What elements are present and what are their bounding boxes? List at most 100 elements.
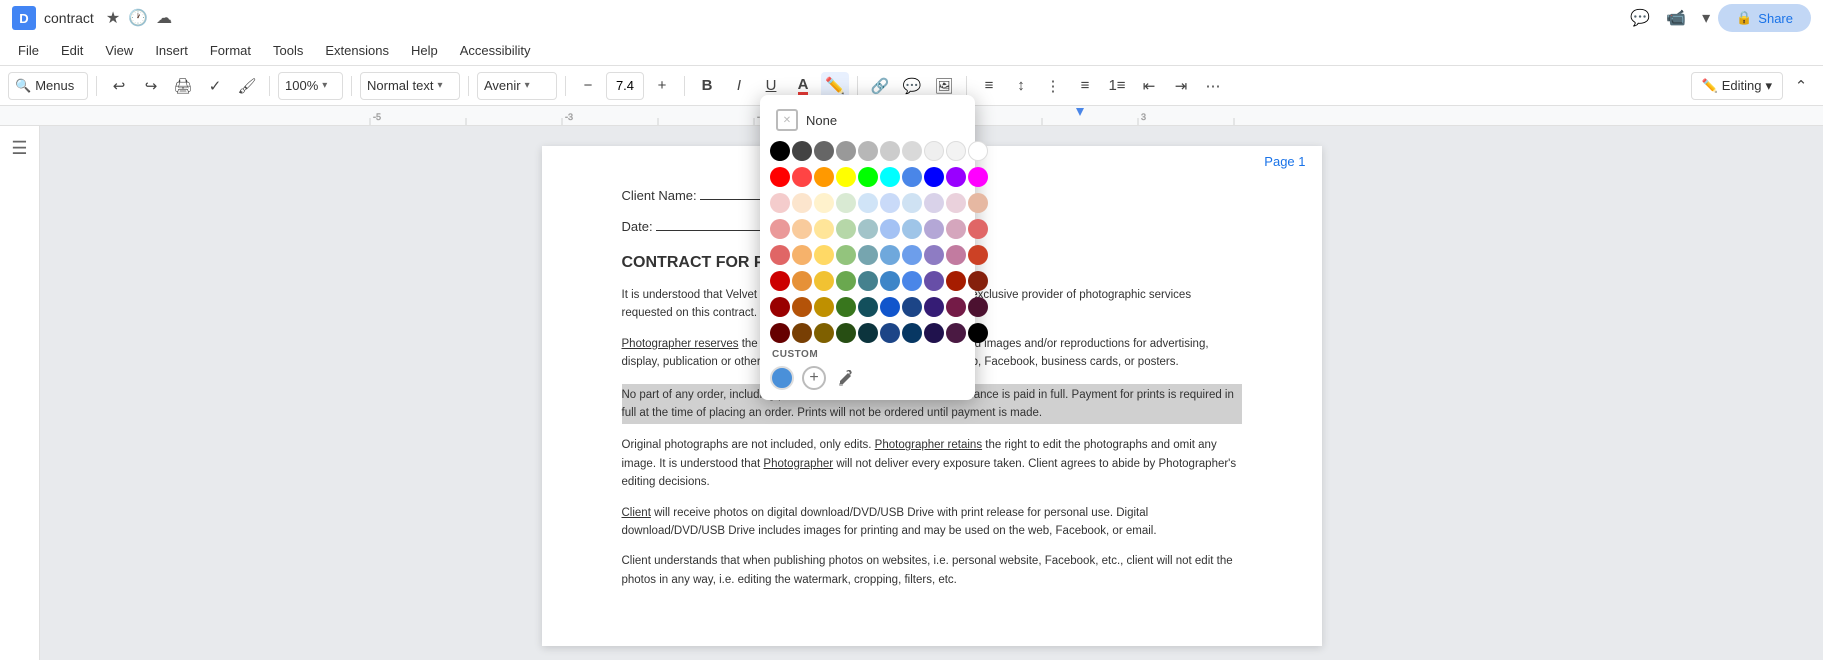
- list-options-button[interactable]: ⋮: [1039, 72, 1067, 100]
- menu-extensions[interactable]: Extensions: [315, 39, 399, 62]
- swatch-r8-4[interactable]: [836, 323, 856, 343]
- swatch-r4-4[interactable]: [836, 219, 856, 239]
- decrease-indent-button[interactable]: ⇤: [1135, 72, 1163, 100]
- custom-color-circle[interactable]: [770, 366, 794, 390]
- swatch-lightgray1[interactable]: [858, 141, 878, 161]
- swatch-green[interactable]: [858, 167, 878, 187]
- swatch-black[interactable]: [770, 141, 790, 161]
- swatch-r7-6[interactable]: [880, 297, 900, 317]
- swatch-r5-3[interactable]: [814, 245, 834, 265]
- swatch-lightred[interactable]: [792, 167, 812, 187]
- menu-view[interactable]: View: [95, 39, 143, 62]
- swatch-r8-7[interactable]: [902, 323, 922, 343]
- swatch-white[interactable]: [968, 141, 988, 161]
- menu-format[interactable]: Format: [200, 39, 261, 62]
- swatch-r5-6[interactable]: [880, 245, 900, 265]
- swatch-red[interactable]: [770, 167, 790, 187]
- swatch-r3-10[interactable]: [968, 193, 988, 213]
- menu-edit[interactable]: Edit: [51, 39, 93, 62]
- swatch-r8-6[interactable]: [880, 323, 900, 343]
- history-icon[interactable]: 🕐: [128, 8, 148, 28]
- align-button[interactable]: ≡: [975, 72, 1003, 100]
- swatch-r7-3[interactable]: [814, 297, 834, 317]
- line-spacing-button[interactable]: ↕: [1007, 72, 1035, 100]
- italic-button[interactable]: I: [725, 72, 753, 100]
- swatch-r4-9[interactable]: [946, 219, 966, 239]
- editing-dropdown[interactable]: ✏️ Editing ▾: [1691, 72, 1783, 100]
- swatch-r4-6[interactable]: [880, 219, 900, 239]
- paragraph-style-dropdown[interactable]: Normal text ▾: [360, 72, 460, 100]
- comment-system-icon[interactable]: 💬: [1630, 8, 1650, 28]
- swatch-r6-9[interactable]: [946, 271, 966, 291]
- swatch-r5-5[interactable]: [858, 245, 878, 265]
- swatch-orange[interactable]: [814, 167, 834, 187]
- swatch-r6-5[interactable]: [858, 271, 878, 291]
- swatch-r8-10[interactable]: [968, 323, 988, 343]
- star-icon[interactable]: ★: [106, 8, 120, 28]
- menus-search[interactable]: 🔍 Menus: [8, 72, 88, 100]
- font-size-increase-button[interactable]: +: [648, 72, 676, 100]
- swatch-r6-6[interactable]: [880, 271, 900, 291]
- swatch-r7-1[interactable]: [770, 297, 790, 317]
- swatch-r6-1[interactable]: [770, 271, 790, 291]
- swatch-magenta[interactable]: [968, 167, 988, 187]
- font-dropdown[interactable]: Avenir ▾: [477, 72, 557, 100]
- swatch-r7-5[interactable]: [858, 297, 878, 317]
- swatch-r7-2[interactable]: [792, 297, 812, 317]
- more-accounts-icon[interactable]: ▾: [1702, 8, 1710, 28]
- swatch-lightgray3[interactable]: [902, 141, 922, 161]
- swatch-r4-5[interactable]: [858, 219, 878, 239]
- print-button[interactable]: 🖨: [169, 72, 197, 100]
- more-options-button[interactable]: ⋯: [1199, 72, 1227, 100]
- swatch-r5-4[interactable]: [836, 245, 856, 265]
- swatch-purple[interactable]: [946, 167, 966, 187]
- swatch-r5-10[interactable]: [968, 245, 988, 265]
- swatch-r3-1[interactable]: [770, 193, 790, 213]
- swatch-r4-1[interactable]: [770, 219, 790, 239]
- menu-accessibility[interactable]: Accessibility: [450, 39, 541, 62]
- swatch-r8-9[interactable]: [946, 323, 966, 343]
- swatch-r3-2[interactable]: [792, 193, 812, 213]
- swatch-darkgray2[interactable]: [814, 141, 834, 161]
- video-icon[interactable]: 📹: [1666, 8, 1686, 28]
- paint-format-button[interactable]: 🖌: [233, 72, 261, 100]
- swatch-r7-8[interactable]: [924, 297, 944, 317]
- swatch-r3-7[interactable]: [902, 193, 922, 213]
- bullet-list-button[interactable]: ≡: [1071, 72, 1099, 100]
- menu-tools[interactable]: Tools: [263, 39, 313, 62]
- swatch-r8-1[interactable]: [770, 323, 790, 343]
- bold-button[interactable]: B: [693, 72, 721, 100]
- swatch-verylightgray[interactable]: [924, 141, 944, 161]
- swatch-r7-10[interactable]: [968, 297, 988, 317]
- swatch-cornblue[interactable]: [902, 167, 922, 187]
- increase-indent-button[interactable]: ⇥: [1167, 72, 1195, 100]
- swatch-r4-8[interactable]: [924, 219, 944, 239]
- undo-button[interactable]: ↩: [105, 72, 133, 100]
- swatch-cyan[interactable]: [880, 167, 900, 187]
- swatch-nearlyw[interactable]: [946, 141, 966, 161]
- menu-help[interactable]: Help: [401, 39, 448, 62]
- collapse-toolbar-button[interactable]: ⌃: [1787, 72, 1815, 100]
- swatch-r8-5[interactable]: [858, 323, 878, 343]
- swatch-blue[interactable]: [924, 167, 944, 187]
- swatch-r6-2[interactable]: [792, 271, 812, 291]
- font-size-input[interactable]: 7.4: [606, 72, 644, 100]
- swatch-r7-7[interactable]: [902, 297, 922, 317]
- swatch-r3-4[interactable]: [836, 193, 856, 213]
- spellcheck-button[interactable]: ✓: [201, 72, 229, 100]
- swatch-r3-5[interactable]: [858, 193, 878, 213]
- numbered-list-button[interactable]: 1≡: [1103, 72, 1131, 100]
- swatch-r8-8[interactable]: [924, 323, 944, 343]
- font-size-decrease-button[interactable]: −: [574, 72, 602, 100]
- swatch-r3-3[interactable]: [814, 193, 834, 213]
- swatch-r7-9[interactable]: [946, 297, 966, 317]
- swatch-r5-7[interactable]: [902, 245, 922, 265]
- none-option[interactable]: ✕ None: [770, 105, 965, 135]
- swatch-r3-6[interactable]: [880, 193, 900, 213]
- cloud-icon[interactable]: ☁: [156, 8, 172, 28]
- swatch-r8-3[interactable]: [814, 323, 834, 343]
- swatch-r6-4[interactable]: [836, 271, 856, 291]
- swatch-r6-7[interactable]: [902, 271, 922, 291]
- swatch-r5-9[interactable]: [946, 245, 966, 265]
- swatch-r5-2[interactable]: [792, 245, 812, 265]
